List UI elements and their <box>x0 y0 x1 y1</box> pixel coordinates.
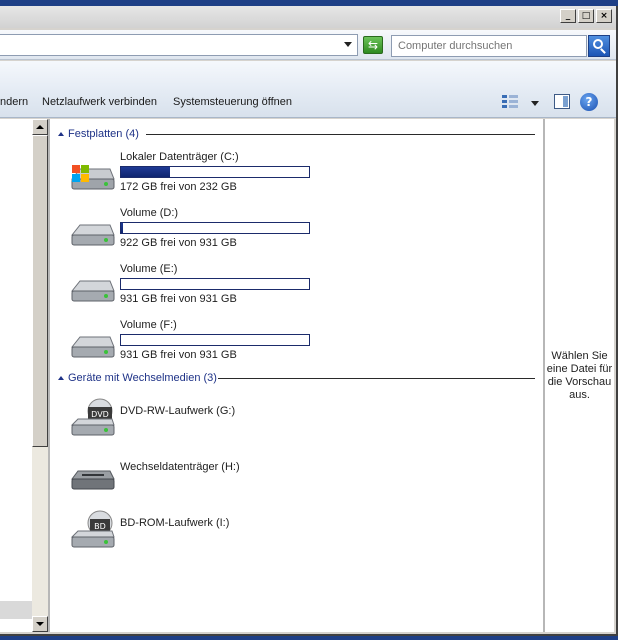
drive-name: Lokaler Datenträger (C:) <box>120 151 239 163</box>
drive-item-c[interactable]: Lokaler Datenträger (C:) 172 GB frei von… <box>68 151 538 203</box>
preview-message: Wählen Sie eine Datei für die Vorschau a… <box>546 350 613 401</box>
refresh-arrows-icon[interactable]: ⇆ <box>363 36 383 54</box>
command-toolbar: ndern Netzlaufwerk verbinden Systemsteue… <box>0 61 616 118</box>
group-title: Geräte mit Wechselmedien (3) <box>68 372 217 384</box>
preview-pane-icon[interactable] <box>554 94 570 109</box>
minimize-button[interactable]: _ <box>560 9 576 23</box>
capacity-bar <box>120 278 310 290</box>
drive-item-g[interactable]: DVD DVD-RW-Laufwerk (G:) <box>68 395 538 447</box>
drive-item-h[interactable]: Wechseldatenträger (H:) <box>68 451 538 503</box>
hard-disk-icon <box>70 224 115 246</box>
capacity-bar <box>120 222 310 234</box>
change-view-icon[interactable] <box>502 94 518 110</box>
free-space-text: 922 GB frei von 931 GB <box>120 237 237 249</box>
address-row: ⇆ <box>0 30 616 60</box>
view-options-dropdown-icon[interactable] <box>531 101 539 106</box>
windows-hard-disk-icon <box>70 165 115 190</box>
address-history-dropdown-icon[interactable] <box>344 42 352 47</box>
free-space-text: 931 GB frei von 931 GB <box>120 293 237 305</box>
drive-name: Volume (E:) <box>120 263 178 275</box>
toolbar-item-map-network-drive[interactable]: Netzlaufwerk verbinden <box>42 96 157 108</box>
drive-item-e[interactable]: Volume (E:) 931 GB frei von 931 GB <box>68 263 538 315</box>
dvd-drive-icon: DVD <box>70 398 115 436</box>
drive-name: DVD-RW-Laufwerk (G:) <box>120 405 236 417</box>
drive-item-i[interactable]: BD BD-ROM-Laufwerk (I:) <box>68 507 538 559</box>
drive-name: Volume (D:) <box>120 207 179 219</box>
drive-badge: DVD <box>91 410 109 419</box>
toolbar-item-change-program[interactable]: ndern <box>0 96 28 108</box>
search-input[interactable] <box>391 35 587 57</box>
group-divider <box>218 378 535 379</box>
nav-selected-item[interactable] <box>0 601 32 619</box>
drive-badge: BD <box>94 522 106 531</box>
bd-drive-icon: BD <box>70 510 115 548</box>
hard-disk-icon <box>70 336 115 358</box>
capacity-bar-fill <box>121 167 170 177</box>
scroll-thumb[interactable] <box>32 135 48 447</box>
close-button[interactable]: × <box>596 9 612 23</box>
toolbar-item-open-control-panel[interactable]: Systemsteuerung öffnen <box>173 96 292 108</box>
capacity-bar-fill <box>121 223 123 233</box>
collapse-caret-icon[interactable] <box>58 132 64 136</box>
removable-drive-icon <box>71 470 115 490</box>
caption-buttons: _ □ × <box>560 9 612 23</box>
explorer-window: _ □ × ⇆ ndern Netzlaufwerk verbinden Sys… <box>0 6 618 636</box>
free-space-text: 931 GB frei von 931 GB <box>120 349 237 361</box>
drive-name: Volume (F:) <box>120 319 177 331</box>
collapse-caret-icon[interactable] <box>58 376 64 380</box>
group-title: Festplatten (4) <box>68 128 139 140</box>
capacity-bar <box>120 166 310 178</box>
navigation-pane[interactable] <box>0 119 32 632</box>
group-header-removable[interactable]: Geräte mit Wechselmedien (3) <box>58 371 217 385</box>
group-divider <box>146 134 535 135</box>
drive-item-d[interactable]: Volume (D:) 922 GB frei von 931 GB <box>68 207 538 259</box>
nav-scrollbar[interactable] <box>32 119 48 632</box>
search-icon[interactable] <box>588 35 610 57</box>
address-bar[interactable] <box>0 34 358 56</box>
preview-pane: Wählen Sie eine Datei für die Vorschau a… <box>545 119 614 632</box>
scroll-down-button[interactable] <box>32 616 48 632</box>
help-icon[interactable]: ? <box>580 93 598 111</box>
drives-view: Festplatten (4) Lokaler Datenträger (C:)… <box>50 119 543 632</box>
free-space-text: 172 GB frei von 232 GB <box>120 181 237 193</box>
group-header-hard-disks[interactable]: Festplatten (4) <box>58 127 139 141</box>
scroll-up-button[interactable] <box>32 119 48 135</box>
capacity-bar <box>120 334 310 346</box>
maximize-button[interactable]: □ <box>578 9 594 23</box>
drive-name: BD-ROM-Laufwerk (I:) <box>120 517 230 529</box>
drive-name: Wechseldatenträger (H:) <box>120 461 240 473</box>
hard-disk-icon <box>70 280 115 302</box>
title-bar: _ □ × <box>0 6 616 28</box>
drive-item-f[interactable]: Volume (F:) 931 GB frei von 931 GB <box>68 319 538 371</box>
